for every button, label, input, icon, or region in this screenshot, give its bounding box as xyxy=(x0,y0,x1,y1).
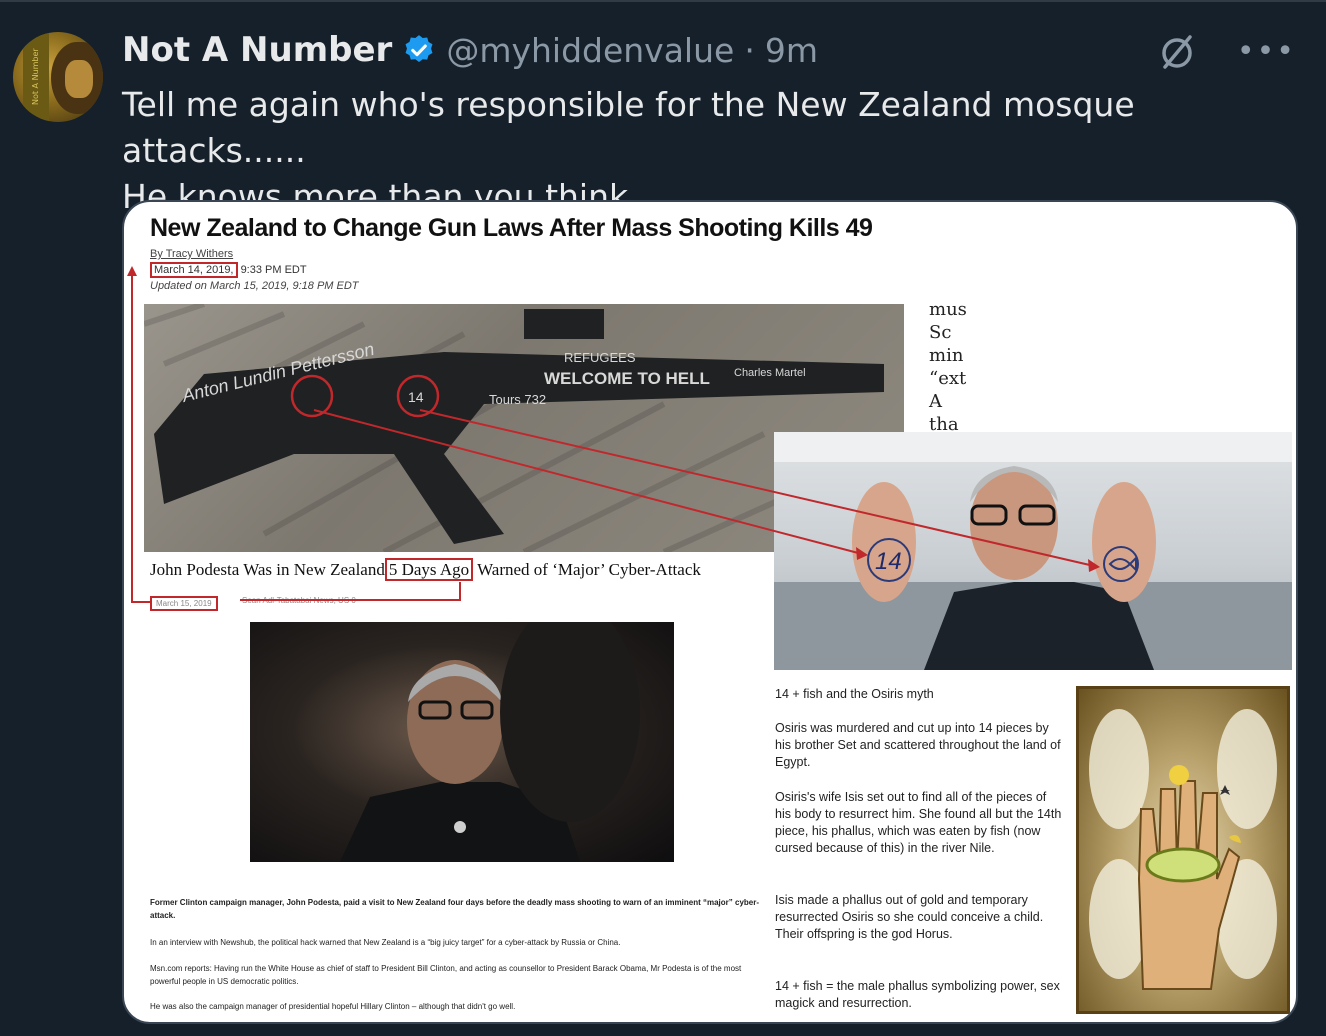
more-icon[interactable]: ••• xyxy=(1237,32,1296,72)
tweet-media-image[interactable]: New Zealand to Change Gun Laws After Mas… xyxy=(122,200,1298,1024)
tweet-header: Not A Number @myhiddenvalue · 9m xyxy=(122,30,818,70)
annotation-arrows xyxy=(127,266,1100,603)
display-name[interactable]: Not A Number xyxy=(122,30,392,70)
timestamp[interactable]: 9m xyxy=(765,31,818,70)
lion-face xyxy=(65,60,93,98)
tweet-actions: ••• xyxy=(1157,32,1296,72)
top-divider xyxy=(0,0,1326,2)
avatar-label: Not A Number xyxy=(23,32,49,122)
verified-badge-icon[interactable] xyxy=(402,33,436,67)
handle[interactable]: @myhiddenvalue xyxy=(446,31,734,70)
grok-icon[interactable] xyxy=(1157,32,1197,72)
avatar[interactable]: Not A Number xyxy=(13,32,103,122)
tweet-text-line1: Tell me again who's responsible for the … xyxy=(122,85,1135,170)
separator: · xyxy=(744,30,755,70)
